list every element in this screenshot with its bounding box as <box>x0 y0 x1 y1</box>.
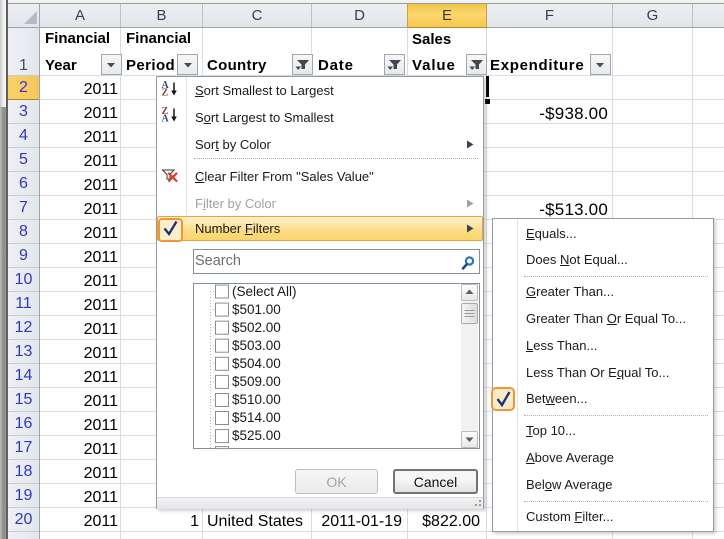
svg-text:A: A <box>162 114 170 125</box>
svg-text:Z: Z <box>162 88 169 99</box>
